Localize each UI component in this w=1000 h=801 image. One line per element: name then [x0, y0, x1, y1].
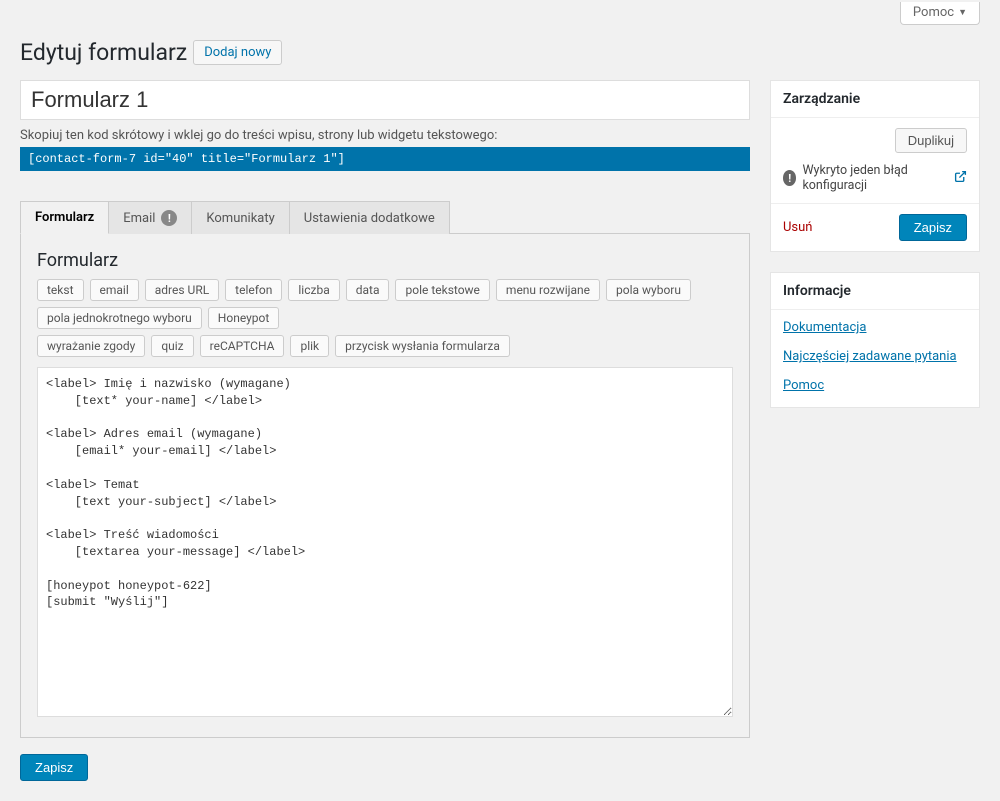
tag-row-2: wyrażanie zgody quiz reCAPTCHA plik przy… [37, 335, 733, 357]
tab-row: Formularz Email ! Komunikaty Ustawienia … [20, 201, 750, 234]
config-warning-text: Wykryto jeden błąd konfiguracji [802, 163, 948, 193]
help-toggle[interactable]: Pomoc ▼ [900, 2, 980, 25]
tag-button[interactable]: telefon [225, 279, 282, 301]
shortcode-code[interactable]: [contact-form-7 id="40" title="Formularz… [20, 147, 750, 171]
tab-messages[interactable]: Komunikaty [192, 201, 289, 234]
manage-box: Zarządzanie Duplikuj ! Wykryto jeden błą… [770, 80, 980, 252]
help-link[interactable]: Pomoc [783, 378, 967, 393]
form-title-input[interactable] [20, 80, 750, 120]
tag-button[interactable]: pola wyboru [606, 279, 691, 301]
add-new-button[interactable]: Dodaj nowy [193, 40, 282, 65]
config-warning[interactable]: ! Wykryto jeden błąd konfiguracji [783, 163, 967, 193]
tag-button[interactable]: quiz [151, 335, 193, 357]
help-label: Pomoc [913, 5, 954, 20]
warning-icon: ! [783, 170, 796, 186]
alert-icon: ! [161, 210, 177, 226]
docs-link[interactable]: Dokumentacja [783, 320, 967, 335]
tag-button[interactable]: email [90, 279, 139, 301]
panel-heading: Formularz [37, 250, 733, 271]
tag-button[interactable]: adres URL [145, 279, 219, 301]
save-button-bottom[interactable]: Zapisz [20, 754, 88, 781]
tab-form[interactable]: Formularz [20, 201, 109, 234]
delete-link[interactable]: Usuń [783, 220, 813, 235]
tag-button[interactable]: pole tekstowe [395, 279, 489, 301]
manage-title: Zarządzanie [771, 81, 979, 118]
info-title: Informacje [771, 273, 979, 310]
tag-button[interactable]: tekst [37, 279, 84, 301]
tab-panel: Formularz tekst email adres URL telefon … [20, 234, 750, 738]
tag-button[interactable]: data [346, 279, 390, 301]
tag-button[interactable]: Honeypot [208, 307, 280, 329]
tag-button[interactable]: menu rozwijane [496, 279, 600, 301]
tag-button[interactable]: liczba [288, 279, 339, 301]
chevron-down-icon: ▼ [958, 7, 967, 18]
faq-link[interactable]: Najczęściej zadawane pytania [783, 349, 967, 364]
tab-email[interactable]: Email ! [109, 201, 192, 234]
tag-button[interactable]: reCAPTCHA [200, 335, 285, 357]
form-editor[interactable] [37, 367, 733, 717]
external-link-icon [954, 170, 967, 187]
save-button-side[interactable]: Zapisz [899, 214, 967, 241]
tab-additional[interactable]: Ustawienia dodatkowe [290, 201, 450, 234]
info-box: Informacje Dokumentacja Najczęściej zada… [770, 272, 980, 408]
tag-button[interactable]: wyrażanie zgody [37, 335, 145, 357]
tag-button[interactable]: plik [290, 335, 329, 357]
shortcode-hint: Skopiuj ten kod skrótowy i wklej go do t… [20, 128, 750, 143]
tag-button[interactable]: przycisk wysłania formularza [335, 335, 510, 357]
duplicate-button[interactable]: Duplikuj [895, 128, 967, 153]
page-title: Edytuj formularz [20, 39, 187, 66]
tag-button[interactable]: pola jednokrotnego wyboru [37, 307, 202, 329]
tag-row-1: tekst email adres URL telefon liczba dat… [37, 279, 733, 329]
